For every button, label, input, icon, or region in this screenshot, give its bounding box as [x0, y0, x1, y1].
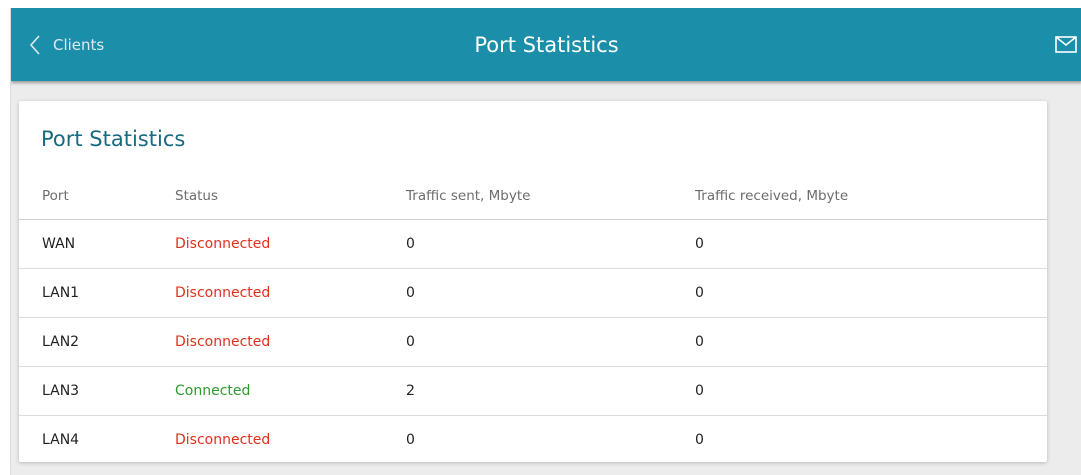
column-header-port: Port: [42, 188, 69, 204]
port-name: LAN1: [42, 285, 80, 301]
port-status: Connected: [175, 383, 251, 399]
column-header-traffic-received: Traffic received, Mbyte: [695, 188, 849, 204]
port-status: Disconnected: [175, 285, 271, 301]
port-status: Disconnected: [175, 236, 271, 252]
traffic-sent: 0: [406, 334, 415, 350]
top-bar: Clients Port Statistics: [11, 8, 1081, 81]
table-header: Port Status Traffic sent, Mbyte Traffic …: [19, 173, 1047, 220]
table-row: LAN2 Disconnected 0 0: [19, 318, 1047, 367]
table-row: LAN4 Disconnected 0 0: [19, 416, 1047, 464]
column-header-status: Status: [175, 188, 219, 204]
column-header-traffic-sent: Traffic sent, Mbyte: [406, 188, 531, 204]
app-frame: Clients Port Statistics Port Statistics …: [10, 8, 1081, 475]
port-status: Disconnected: [175, 432, 271, 448]
port-statistics-table: Port Status Traffic sent, Mbyte Traffic …: [19, 173, 1047, 464]
page-title: Port Statistics: [474, 32, 619, 57]
traffic-sent: 0: [406, 236, 415, 252]
port-name: WAN: [42, 236, 76, 252]
traffic-received: 0: [695, 432, 704, 448]
port-statistics-card: Port Statistics Port Status Traffic sent…: [19, 101, 1047, 462]
port-name: LAN3: [42, 383, 80, 399]
traffic-sent: 0: [406, 432, 415, 448]
traffic-received: 0: [695, 236, 704, 252]
traffic-received: 0: [695, 383, 704, 399]
card-title: Port Statistics: [41, 127, 186, 151]
traffic-sent: 2: [406, 383, 415, 399]
port-name: LAN2: [42, 334, 80, 350]
traffic-received: 0: [695, 334, 704, 350]
table-row: WAN Disconnected 0 0: [19, 220, 1047, 269]
traffic-received: 0: [695, 285, 704, 301]
envelope-icon[interactable]: [1055, 36, 1077, 57]
port-status: Disconnected: [175, 334, 271, 350]
port-name: LAN4: [42, 432, 80, 448]
table-row: LAN3 Connected 2 0: [19, 367, 1047, 416]
table-row: LAN1 Disconnected 0 0: [19, 269, 1047, 318]
traffic-sent: 0: [406, 285, 415, 301]
